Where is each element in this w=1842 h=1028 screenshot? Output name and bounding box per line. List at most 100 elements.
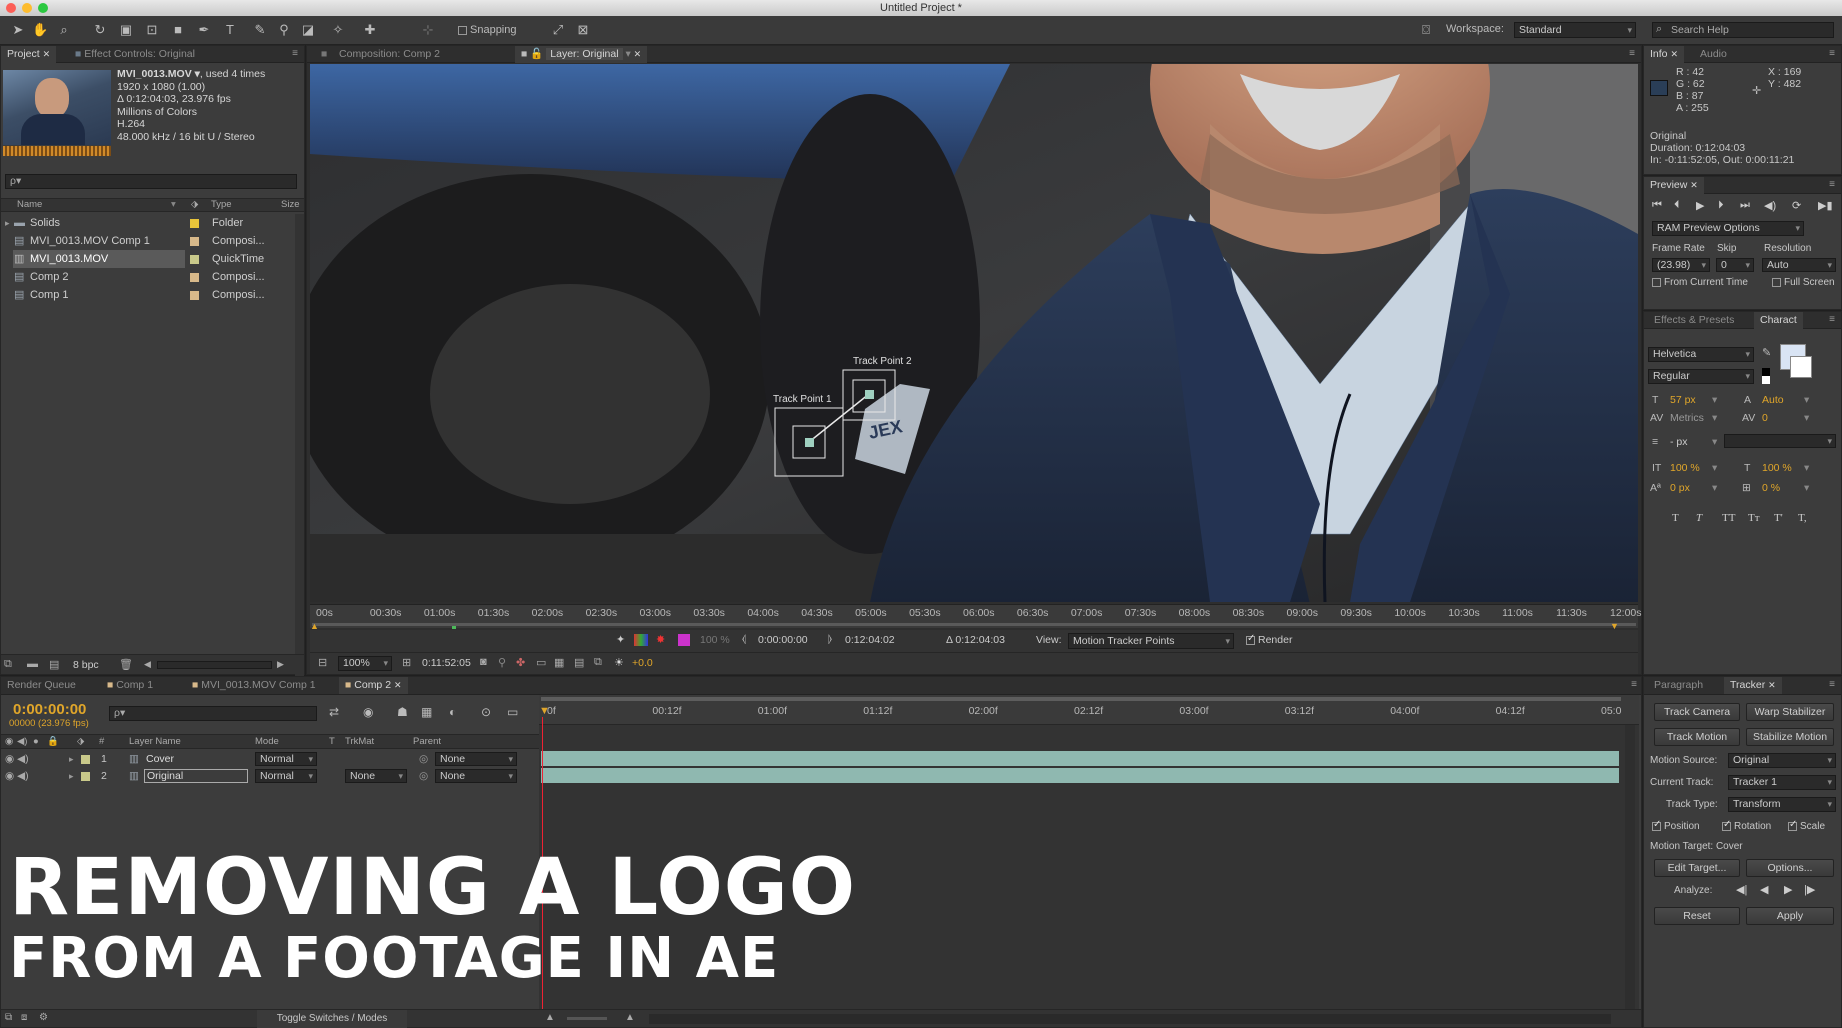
tab-mvi-comp1[interactable]: ■ MVI_0013.MOV Comp 1 bbox=[186, 677, 322, 694]
column-parent[interactable]: Parent bbox=[413, 735, 441, 748]
column-t[interactable]: T bbox=[329, 735, 335, 748]
clone-stamp-tool-icon[interactable]: ⚲ bbox=[276, 22, 292, 38]
full-screen-checkbox[interactable] bbox=[1772, 277, 1781, 287]
chevron-down-icon[interactable]: ▾ bbox=[1712, 394, 1717, 406]
scale-toggle[interactable]: Scale bbox=[1788, 819, 1825, 832]
snapshot-icon[interactable]: ✦ bbox=[616, 633, 625, 646]
scale-checkbox[interactable] bbox=[1788, 819, 1797, 831]
video-visible-icon[interactable]: ◉ bbox=[5, 751, 14, 767]
pick-whip-icon[interactable]: ◎ bbox=[419, 751, 428, 767]
camera-tool-icon[interactable]: ▣ bbox=[118, 22, 134, 38]
project-item-mvi-footage[interactable]: ▥ MVI_0013.MOV QuickTime bbox=[1, 250, 295, 268]
draft-3d-icon[interactable]: ◉ bbox=[363, 705, 373, 719]
take-snapshot-icon[interactable]: ◙ bbox=[480, 656, 487, 668]
search-help-input[interactable]: Search Help bbox=[1652, 22, 1834, 38]
small-caps-button[interactable]: Tт bbox=[1748, 512, 1760, 524]
ram-preview-icon[interactable]: ▶▮ bbox=[1818, 199, 1833, 212]
scroll-left-icon[interactable]: ◀ bbox=[144, 659, 151, 670]
label-color-swatch[interactable] bbox=[190, 255, 199, 264]
analyze-1-frame-backward-icon[interactable]: ◀| bbox=[1736, 883, 1747, 896]
font-size-value[interactable]: 57 px bbox=[1670, 394, 1696, 406]
chevron-down-icon[interactable]: ▾ bbox=[1712, 462, 1717, 474]
baseline-shift-value[interactable]: 0 px bbox=[1670, 482, 1690, 494]
chevron-down-icon[interactable]: ▾ bbox=[1712, 412, 1717, 424]
chevron-down-icon[interactable]: ▾ bbox=[1804, 482, 1809, 494]
tab-audio[interactable]: Audio bbox=[1694, 46, 1733, 63]
snapping-checkbox[interactable] bbox=[458, 25, 467, 35]
subscript-button[interactable]: T, bbox=[1798, 512, 1807, 524]
stroke-mode-select[interactable] bbox=[1724, 434, 1836, 448]
chevron-down-icon[interactable]: ▾ bbox=[1804, 412, 1809, 424]
black-swatch[interactable] bbox=[1762, 368, 1770, 376]
close-icon[interactable]: ✕ bbox=[394, 680, 402, 690]
rotation-toggle[interactable]: Rotation bbox=[1722, 819, 1771, 832]
tab-effect-controls[interactable]: ■ Effect Controls: Original bbox=[69, 46, 201, 63]
motion-blur-icon[interactable]: ◐ bbox=[449, 705, 456, 719]
region-of-interest-icon[interactable]: ▭ bbox=[536, 656, 546, 669]
tab-info[interactable]: Info ✕ bbox=[1644, 46, 1684, 63]
opacity-value[interactable]: 100 % bbox=[700, 634, 730, 646]
hand-tool-icon[interactable]: ✋ bbox=[32, 22, 48, 38]
analyze-1-frame-forward-icon[interactable]: |▶ bbox=[1804, 883, 1815, 896]
first-frame-icon[interactable]: ⏮ bbox=[1652, 199, 1662, 212]
close-window-button[interactable] bbox=[6, 3, 16, 13]
tab-preview[interactable]: Preview ✕ bbox=[1644, 177, 1704, 194]
close-icon[interactable]: ✕ bbox=[1690, 180, 1698, 190]
current-track-select[interactable]: Tracker 1 bbox=[1728, 775, 1836, 790]
timeline-search-input[interactable]: ρ▾ bbox=[109, 706, 317, 721]
position-toggle[interactable]: Position bbox=[1652, 819, 1700, 832]
label-color-swatch[interactable] bbox=[190, 273, 199, 282]
channel-rgb-icon[interactable] bbox=[634, 634, 648, 646]
layer-parent-select[interactable]: None bbox=[435, 769, 517, 783]
warp-stabilizer-button[interactable]: Warp Stabilizer bbox=[1746, 703, 1834, 721]
new-composition-icon[interactable]: ▤ bbox=[49, 658, 59, 671]
tab-paragraph[interactable]: Paragraph bbox=[1648, 677, 1709, 694]
audio-visible-icon[interactable]: ◀) bbox=[17, 768, 29, 784]
layer-time-ruler[interactable]: 00s 00:30s 01:00s 01:30s 02:00s 02:30s 03:00s 0… bbox=[310, 604, 1642, 631]
tab-effects-presets[interactable]: Effects & Presets bbox=[1648, 312, 1740, 329]
zoom-in-icon[interactable]: ▲ bbox=[625, 1012, 635, 1023]
tab-tracker[interactable]: Tracker ✕ bbox=[1724, 677, 1782, 694]
close-icon[interactable]: ✕ bbox=[634, 49, 642, 59]
full-screen-toggle[interactable]: Full Screen bbox=[1772, 277, 1835, 288]
position-checkbox[interactable] bbox=[1652, 819, 1661, 831]
horizontal-scale-value[interactable]: 100 % bbox=[1762, 462, 1792, 474]
video-toggle-icon[interactable]: ◉ bbox=[5, 735, 13, 748]
ram-preview-options-select[interactable]: RAM Preview Options bbox=[1652, 221, 1804, 236]
from-current-time-toggle[interactable]: From Current Time bbox=[1652, 277, 1748, 288]
label-color-swatch[interactable] bbox=[190, 219, 199, 228]
comp-time-ruler[interactable]: 0f 00:12f 01:00f 01:12f 02:00f 02:12f 03:00f 03… bbox=[539, 695, 1639, 725]
track-type-select[interactable]: Transform bbox=[1728, 797, 1836, 812]
stabilize-motion-button[interactable]: Stabilize Motion bbox=[1746, 728, 1834, 746]
view-select[interactable]: Motion Tracker Points bbox=[1068, 633, 1234, 649]
options-button[interactable]: Options... bbox=[1746, 859, 1834, 877]
zoom-out-icon[interactable]: ▲ bbox=[545, 1012, 555, 1023]
panel-menu-icon[interactable]: ≡ bbox=[1631, 679, 1637, 690]
eraser-tool-icon[interactable]: ◪ bbox=[300, 22, 316, 38]
project-scrollbar[interactable] bbox=[295, 214, 304, 694]
last-frame-icon[interactable]: ⏭ bbox=[1740, 199, 1750, 212]
tab-comp2[interactable]: ■ Comp 2 ✕ bbox=[339, 677, 408, 694]
previous-frame-icon[interactable]: ⏴ bbox=[1674, 199, 1680, 212]
tab-render-queue[interactable]: Render Queue bbox=[1, 677, 82, 694]
skip-select[interactable]: 0 bbox=[1716, 258, 1754, 272]
stroke-width-value[interactable]: - px bbox=[1670, 436, 1688, 448]
layer-bar-original[interactable] bbox=[541, 768, 1619, 783]
pick-whip-icon[interactable]: ◎ bbox=[419, 768, 428, 784]
tab-project[interactable]: Project ✕ bbox=[1, 46, 57, 63]
render-checkbox[interactable] bbox=[1246, 633, 1255, 645]
kerning-value[interactable]: Metrics bbox=[1670, 412, 1704, 424]
tab-comp1[interactable]: ■ Comp 1 bbox=[101, 677, 159, 694]
exposure-value[interactable]: +0.0 bbox=[632, 657, 653, 669]
audio-toggle-icon[interactable]: ◀) bbox=[17, 735, 27, 748]
white-swatch[interactable] bbox=[1762, 376, 1770, 384]
chevron-down-icon[interactable]: ▾ bbox=[625, 48, 630, 60]
in-out-icon[interactable]: ⚙ bbox=[39, 1012, 48, 1023]
channels-icon[interactable]: ✤ bbox=[516, 656, 525, 669]
toggle-mask-icon[interactable]: ▤ bbox=[574, 656, 584, 669]
chevron-down-icon[interactable]: ▾ bbox=[1804, 462, 1809, 474]
footage-name[interactable]: MVI_0013.MOV ▾ bbox=[117, 68, 200, 80]
transfer-controls-icon[interactable]: ⧈ bbox=[21, 1012, 27, 1023]
project-item-mvi-comp1[interactable]: ▤ MVI_0013.MOV Comp 1 Composi... bbox=[1, 232, 295, 250]
vertical-scale-value[interactable]: 100 % bbox=[1670, 462, 1700, 474]
